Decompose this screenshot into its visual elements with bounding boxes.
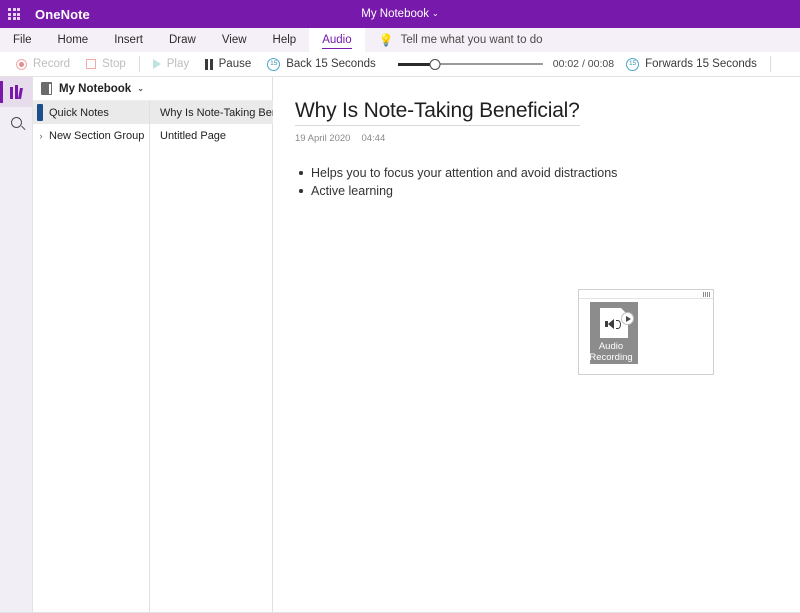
rail-item-search[interactable] (0, 107, 32, 137)
notebook-header-label: My Notebook (59, 82, 132, 95)
play-icon[interactable] (621, 312, 634, 325)
resize-handle-icon[interactable] (703, 292, 711, 297)
search-icon (10, 116, 22, 128)
chevron-down-icon: ⌄ (432, 9, 439, 18)
embed-separator (579, 298, 713, 299)
lightbulb-icon: 💡 (378, 33, 394, 47)
list-item[interactable]: Active learning (295, 183, 800, 199)
section-color-swatch (37, 104, 43, 121)
sections-column: Quick Notes › New Section Group (33, 101, 150, 612)
tab-view-label: View (221, 34, 247, 46)
tab-file[interactable]: File (0, 28, 45, 52)
bullet-list: Helps you to focus your attention and av… (295, 165, 800, 199)
tab-insert-label: Insert (114, 34, 143, 46)
sections-list: Quick Notes › New Section Group (33, 101, 149, 612)
speaker-icon (605, 319, 621, 329)
ribbon-tab-bar: File Home Insert Draw View Help Audio 💡 … (0, 28, 800, 52)
section-row-quick-notes[interactable]: Quick Notes (33, 101, 149, 124)
pages-list: Why Is Note-Taking Ben... Untitled Page (150, 101, 294, 612)
tab-insert[interactable]: Insert (101, 28, 156, 52)
back-15-seconds-button[interactable]: 15 Back 15 Seconds (259, 53, 384, 75)
stop-label: Stop (102, 58, 126, 70)
page-canvas[interactable]: Why Is Note-Taking Beneficial? 19 April … (273, 77, 800, 612)
speaker-wave (615, 319, 621, 329)
toolbar-divider-end (769, 56, 771, 72)
forward-15-seconds-label: Forwards 15 Seconds (645, 58, 757, 70)
tab-view[interactable]: View (209, 28, 260, 52)
stop-button[interactable]: Stop (78, 53, 134, 75)
notebooks-icon (10, 85, 23, 99)
pages-column: Why Is Note-Taking Ben... Untitled Page (150, 101, 294, 612)
page-label-untitled: Untitled Page (160, 129, 227, 142)
pause-button[interactable]: Pause (197, 53, 259, 75)
navigation-panel: My Notebook ⌄ Quick Notes › New Section … (33, 77, 294, 612)
tab-help-label: Help (272, 34, 297, 46)
speaker-cone (608, 319, 614, 329)
forward-15-icon: 15 (626, 57, 640, 71)
audio-recording-tile[interactable]: Audio Recording (589, 302, 638, 364)
notebook-title-center: My Notebook ⌄ (0, 8, 800, 20)
page-label: Why Is Note-Taking Ben... (160, 106, 288, 119)
tab-draw[interactable]: Draw (156, 28, 209, 52)
notebook-icon (41, 82, 52, 95)
tab-home-label: Home (57, 34, 89, 46)
play-label: Play (166, 58, 190, 70)
audio-recording-embed[interactable]: Audio Recording (578, 289, 714, 375)
section-group-label: New Section Group (49, 129, 145, 142)
chevron-right-icon[interactable]: › (37, 131, 43, 141)
page-row-why-is-note-taking[interactable]: Why Is Note-Taking Ben... (150, 101, 294, 124)
tab-audio[interactable]: Audio (309, 28, 365, 52)
rewind-15-icon: 15 (267, 57, 281, 71)
tab-home[interactable]: Home (45, 28, 102, 52)
toolbar-divider (138, 56, 140, 72)
play-button[interactable]: Play (145, 53, 197, 75)
page-time: 04:44 (361, 133, 386, 144)
play-icon (152, 59, 161, 69)
file-card (600, 308, 634, 338)
notebook-header[interactable]: My Notebook ⌄ (33, 77, 272, 101)
page-title[interactable]: Why Is Note-Taking Beneficial? (295, 99, 580, 126)
playback-slider[interactable] (397, 57, 543, 71)
app-launcher-icon[interactable] (0, 0, 28, 28)
page-metadata: 19 April 2020 04:44 (295, 133, 800, 144)
audio-recording-caption: Audio Recording (589, 341, 633, 363)
page-date: 19 April 2020 (295, 133, 351, 144)
tab-help[interactable]: Help (260, 28, 310, 52)
section-row-new-section-group[interactable]: › New Section Group (33, 124, 149, 147)
list-item[interactable]: Helps you to focus your attention and av… (295, 165, 800, 181)
tab-file-label: File (13, 34, 32, 46)
time-readout: 00:02 / 00:08 (552, 58, 615, 70)
rail-item-notebooks[interactable] (0, 77, 32, 107)
audio-toolbar: Record Stop Play Pause 15 Back 15 Second… (0, 52, 800, 77)
record-icon (16, 58, 27, 70)
page-row-untitled[interactable]: Untitled Page (150, 124, 293, 147)
tab-draw-label: Draw (168, 34, 196, 46)
tab-audio-label: Audio (322, 34, 352, 46)
stop-icon (86, 59, 97, 69)
pause-label: Pause (218, 58, 252, 70)
notebook-switcher-button[interactable]: My Notebook ⌄ (361, 8, 438, 20)
section-label: Quick Notes (49, 106, 109, 119)
app-title: OneNote (35, 6, 90, 22)
left-rail (0, 77, 33, 612)
tell-me-placeholder: Tell me what you want to do (400, 34, 543, 46)
workspace: My Notebook ⌄ Quick Notes › New Section … (0, 77, 800, 612)
notebook-switcher-label: My Notebook (361, 8, 430, 20)
record-label: Record (33, 58, 71, 70)
slider-knob[interactable] (429, 58, 441, 70)
tell-me-search[interactable]: 💡 Tell me what you want to do (379, 28, 543, 52)
back-15-seconds-label: Back 15 Seconds (286, 58, 376, 70)
tab-active-underline (322, 47, 352, 49)
title-bar: OneNote My Notebook ⌄ (0, 0, 800, 28)
chevron-down-icon-nav: ⌄ (137, 84, 144, 93)
app-launcher-grid (8, 8, 20, 20)
pause-icon (205, 58, 213, 70)
record-button[interactable]: Record (8, 53, 78, 75)
nav-columns: Quick Notes › New Section Group Why Is N… (33, 101, 294, 612)
forward-15-seconds-button[interactable]: 15 Forwards 15 Seconds (618, 53, 765, 75)
